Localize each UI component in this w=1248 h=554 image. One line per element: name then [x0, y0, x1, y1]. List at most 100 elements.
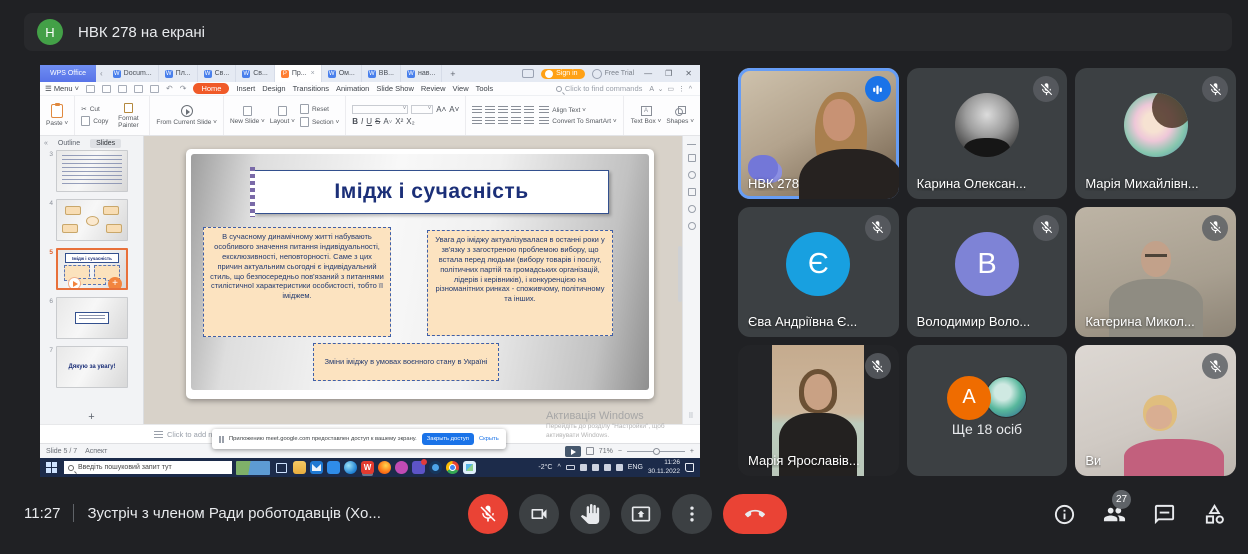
zoom-slider-thumb[interactable] — [653, 448, 660, 455]
from-current-slide-button[interactable]: From Current Slide ˅ — [156, 105, 217, 126]
font-size-select[interactable] — [411, 105, 433, 114]
history-icon[interactable] — [688, 205, 696, 213]
participant-tile[interactable]: Марія Ярославів... — [738, 345, 899, 476]
slide-textbox-bottom[interactable]: Зміни іміджу в умовах воєнного стану в У… — [313, 343, 499, 381]
raise-hand-button[interactable] — [570, 494, 610, 534]
zoom-slider[interactable] — [627, 451, 685, 452]
slide-thumbnail-3[interactable] — [56, 150, 128, 192]
subscript-button[interactable]: X₂ — [406, 117, 414, 126]
bullets-icon[interactable] — [472, 106, 482, 114]
align-left-icon[interactable] — [472, 117, 482, 125]
distribute-icon[interactable] — [524, 117, 534, 125]
paste-button[interactable]: Paste ˅ — [46, 104, 68, 127]
camera-app-icon[interactable] — [429, 461, 442, 474]
layout-button[interactable]: Layout ˅ — [270, 106, 295, 125]
menu-tab-tools[interactable]: Tools — [476, 84, 494, 93]
slide-canvas[interactable]: Імідж і сучасність В сучасному динамічно… — [186, 149, 654, 399]
properties-icon[interactable] — [688, 154, 696, 162]
text-box-button[interactable]: AText Box ˅ — [631, 106, 662, 125]
bold-button[interactable]: B — [352, 117, 358, 126]
doc-tab[interactable]: WВВ... — [362, 65, 401, 82]
new-file-icon[interactable] — [86, 85, 95, 93]
task-view-icon[interactable] — [276, 463, 287, 473]
language-indicator[interactable]: ENG — [628, 464, 643, 471]
menu-tab-slideshow[interactable]: Slide Show — [376, 84, 414, 93]
superscript-button[interactable]: X² — [395, 117, 403, 126]
animation-pane-icon[interactable] — [688, 188, 696, 196]
menu-tab-transitions[interactable]: Transitions — [293, 84, 329, 93]
slide-thumbnail-4[interactable] — [56, 199, 128, 241]
menu-tab-view[interactable]: View — [452, 84, 468, 93]
camera-button[interactable] — [519, 494, 559, 534]
participant-tile[interactable]: Марія Михайлівн... — [1075, 68, 1236, 199]
align-center-icon[interactable] — [485, 117, 495, 125]
tab-slides[interactable]: Slides — [90, 139, 121, 148]
participant-tile[interactable]: Карина Олексан... — [907, 68, 1068, 199]
pause-share-icon[interactable] — [219, 436, 224, 443]
close-button[interactable]: ✕ — [682, 69, 695, 78]
file-explorer-icon[interactable] — [293, 461, 306, 474]
align-text-button[interactable]: Align Text ˅ — [539, 106, 616, 114]
undo-icon[interactable]: ↶ — [166, 84, 173, 93]
numbering-icon[interactable] — [485, 106, 495, 114]
slide-textbox-left[interactable]: В сучасному динамічному житті набувають … — [203, 227, 391, 337]
start-button[interactable] — [46, 462, 57, 473]
panel-grid-icon[interactable]: ⠿ — [688, 412, 694, 420]
smartart-button[interactable]: Convert To SmartArt ˅ — [539, 117, 616, 125]
new-tab-button[interactable]: + — [442, 69, 463, 79]
menubar-extra-icons[interactable]: A ⌄ ▭ ⋮ ^ — [649, 85, 695, 93]
mic-off-button[interactable] — [468, 494, 508, 534]
restore-button[interactable]: ❐ — [662, 69, 675, 78]
fit-slide-icon[interactable] — [586, 447, 594, 455]
decrease-indent-icon[interactable] — [498, 106, 508, 114]
sign-in-button[interactable]: Sign in — [541, 69, 584, 79]
menu-tab-design[interactable]: Design — [262, 84, 285, 93]
cut-button[interactable]: ✂ Cut — [81, 105, 108, 113]
italic-button[interactable]: I — [361, 117, 363, 126]
participant-tile[interactable]: Є Єва Андріївна Є... — [738, 207, 899, 338]
battery-icon[interactable] — [566, 465, 575, 470]
overflow-tile[interactable]: А Ще 18 осіб — [907, 345, 1068, 476]
format-painter-button[interactable]: Format Painter — [113, 103, 143, 129]
menu-tab-review[interactable]: Review — [421, 84, 446, 93]
editor-scrollbar[interactable] — [678, 246, 682, 302]
export-icon[interactable] — [118, 85, 127, 93]
align-right-icon[interactable] — [498, 117, 508, 125]
slide-textbox-right[interactable]: Увага до іміджу актуалізувалася в останн… — [427, 230, 613, 336]
new-slide-plus-button[interactable]: + — [40, 411, 143, 423]
add-slide-badge[interactable]: + — [108, 277, 122, 290]
slide-thumbnail-6[interactable] — [56, 297, 128, 339]
more-options-button[interactable] — [672, 494, 712, 534]
volume-icon[interactable] — [616, 464, 623, 471]
hide-notice-link[interactable]: Скрыть — [479, 436, 499, 442]
line-spacing-icon[interactable] — [524, 106, 534, 114]
taskbar-search-input[interactable]: Введіть пошуковий запит тут — [64, 461, 232, 474]
participant-tile[interactable]: НВК 278 — [738, 68, 899, 199]
firefox-icon[interactable] — [378, 461, 391, 474]
reset-button[interactable]: Reset — [300, 104, 339, 114]
participants-button[interactable]: 27 — [1103, 503, 1126, 529]
pen-icon[interactable] — [592, 464, 599, 471]
doc-tab[interactable]: WПл... — [159, 65, 198, 82]
end-call-button[interactable] — [723, 494, 787, 534]
menu-tab-insert[interactable]: Insert — [236, 84, 255, 93]
notification-center-icon[interactable] — [685, 463, 694, 472]
photos-icon[interactable] — [463, 461, 476, 474]
chat-button[interactable] — [1153, 503, 1176, 529]
justify-icon[interactable] — [511, 117, 521, 125]
doc-tab[interactable]: WСв... — [236, 65, 275, 82]
slideshow-play-button[interactable] — [565, 446, 581, 457]
wps-office-taskbar-icon[interactable]: W — [361, 461, 374, 474]
close-tab-icon[interactable]: × — [311, 70, 315, 77]
print-preview-icon[interactable] — [150, 85, 159, 93]
save-icon[interactable] — [102, 85, 111, 93]
viber-icon[interactable] — [395, 461, 408, 474]
doc-tab[interactable]: WСв... — [198, 65, 237, 82]
minimize-button[interactable]: — — [641, 69, 655, 78]
self-tile[interactable]: Ви — [1075, 345, 1236, 476]
doc-tab-active[interactable]: PПр...× — [275, 65, 322, 82]
zoom-out-button[interactable]: − — [618, 448, 622, 455]
slide-thumbnail-7[interactable]: Дякую за увагу! — [56, 346, 128, 388]
stop-sharing-button[interactable]: Закрыть доступ — [422, 433, 474, 445]
collapse-panel-icon[interactable]: « — [44, 140, 48, 147]
